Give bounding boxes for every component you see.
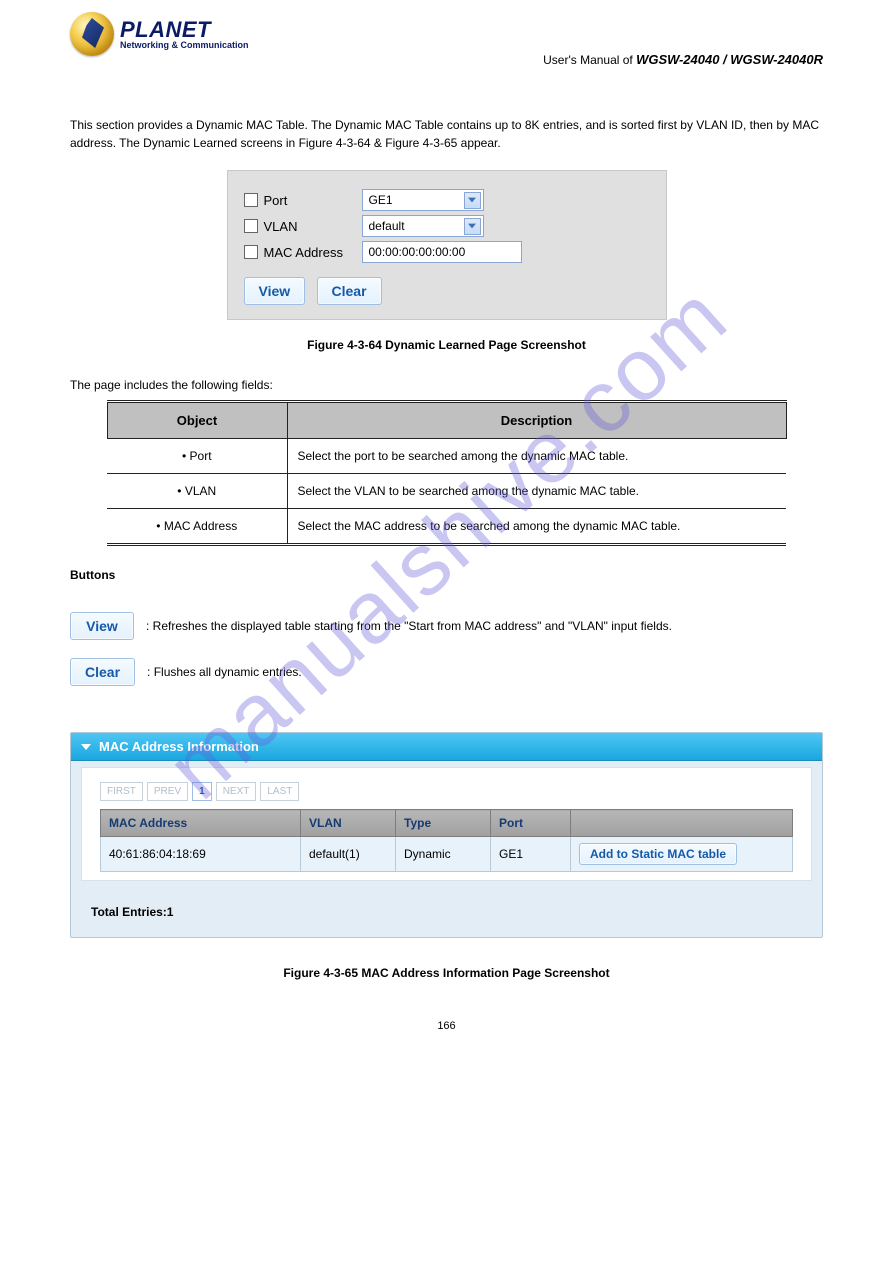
- vlan-label: VLAN: [264, 219, 362, 234]
- pager-first[interactable]: FIRST: [100, 782, 143, 801]
- type-cell: Dynamic: [396, 837, 491, 872]
- port-label: Port: [264, 193, 362, 208]
- pager-page-1[interactable]: 1: [192, 782, 212, 801]
- object-table: Object Description • Port Select the por…: [107, 400, 787, 546]
- mac-label: MAC Address: [264, 245, 362, 260]
- pager-prev[interactable]: PREV: [147, 782, 188, 801]
- table-row: • VLAN Select the VLAN to be searched am…: [107, 474, 786, 509]
- pager-next[interactable]: NEXT: [216, 782, 257, 801]
- port-cell: GE1: [491, 837, 571, 872]
- figure-caption-2: Figure 4-3-65 MAC Address Information Pa…: [60, 966, 833, 980]
- pager-last[interactable]: LAST: [260, 782, 299, 801]
- add-to-static-button[interactable]: Add to Static MAC table: [579, 843, 737, 865]
- figure-caption-1: Figure 4-3-64 Dynamic Learned Page Scree…: [60, 338, 833, 352]
- chevron-down-icon: [464, 218, 481, 235]
- brand-tagline: Networking & Communication: [120, 41, 249, 50]
- doc-header: User's Manual of WGSW-24040 / WGSW-24040…: [543, 52, 823, 67]
- brand-name: PLANET: [120, 19, 249, 41]
- table-row: • Port Select the port to be searched am…: [107, 439, 786, 474]
- type-col-header: Type: [396, 810, 491, 837]
- mac-cell: 40:61:86:04:18:69: [101, 837, 301, 872]
- port-select[interactable]: GE1: [362, 189, 484, 211]
- clear-button-example[interactable]: Clear: [70, 658, 135, 686]
- clear-button[interactable]: Clear: [317, 277, 382, 305]
- doc-series-prefix: User's Manual of: [543, 53, 633, 67]
- view-desc: : Refreshes the displayed table starting…: [146, 619, 672, 633]
- planet-globe-icon: [70, 12, 114, 56]
- mac-col-header: MAC Address: [101, 810, 301, 837]
- description-col-header: Description: [287, 402, 786, 439]
- obj-cell: VLAN: [185, 484, 216, 498]
- vlan-select-value: default: [369, 219, 405, 233]
- action-col-header: [571, 810, 793, 837]
- caret-down-icon: [81, 744, 91, 750]
- object-intro: The page includes the following fields:: [70, 378, 823, 392]
- desc-cell: Select the VLAN to be searched among the…: [287, 474, 786, 509]
- view-button-example[interactable]: View: [70, 612, 134, 640]
- action-cell: Add to Static MAC table: [571, 837, 793, 872]
- table-row: 40:61:86:04:18:69 default(1) Dynamic GE1…: [101, 837, 793, 872]
- desc-cell: Select the port to be searched among the…: [287, 439, 786, 474]
- mac-input[interactable]: 00:00:00:00:00:00: [362, 241, 522, 263]
- chevron-down-icon: [464, 192, 481, 209]
- page-number: 166: [60, 1020, 833, 1032]
- obj-cell: MAC Address: [164, 519, 237, 533]
- port-col-header: Port: [491, 810, 571, 837]
- port-select-value: GE1: [369, 193, 393, 207]
- vlan-select[interactable]: default: [362, 215, 484, 237]
- vlan-checkbox[interactable]: [244, 219, 258, 233]
- total-entries: Total Entries:1: [91, 905, 822, 919]
- object-col-header: Object: [107, 402, 287, 439]
- pager: FIRST PREV 1 NEXT LAST: [100, 782, 793, 801]
- mac-info-panel: MAC Address Information FIRST PREV 1 NEX…: [70, 732, 823, 938]
- table-row: • MAC Address Select the MAC address to …: [107, 509, 786, 545]
- vlan-cell: default(1): [301, 837, 396, 872]
- mac-info-title: MAC Address Information: [99, 739, 259, 754]
- filter-panel: Port GE1 VLAN default MAC Address 00:: [227, 170, 667, 320]
- mac-info-header[interactable]: MAC Address Information: [71, 733, 822, 761]
- vlan-col-header: VLAN: [301, 810, 396, 837]
- obj-cell: Port: [190, 449, 212, 463]
- buttons-heading: Buttons: [70, 568, 823, 582]
- port-checkbox[interactable]: [244, 193, 258, 207]
- mac-checkbox[interactable]: [244, 245, 258, 259]
- brand-logo: PLANET Networking & Communication: [70, 12, 833, 56]
- clear-desc: : Flushes all dynamic entries.: [147, 665, 302, 679]
- doc-model: WGSW-24040 / WGSW-24040R: [636, 52, 823, 67]
- mac-input-value: 00:00:00:00:00:00: [369, 245, 466, 259]
- mac-table: MAC Address VLAN Type Port 40:61:86:04:1…: [100, 809, 793, 872]
- view-button[interactable]: View: [244, 277, 306, 305]
- desc-cell: Select the MAC address to be searched am…: [287, 509, 786, 545]
- intro-text: This section provides a Dynamic MAC Tabl…: [70, 116, 823, 152]
